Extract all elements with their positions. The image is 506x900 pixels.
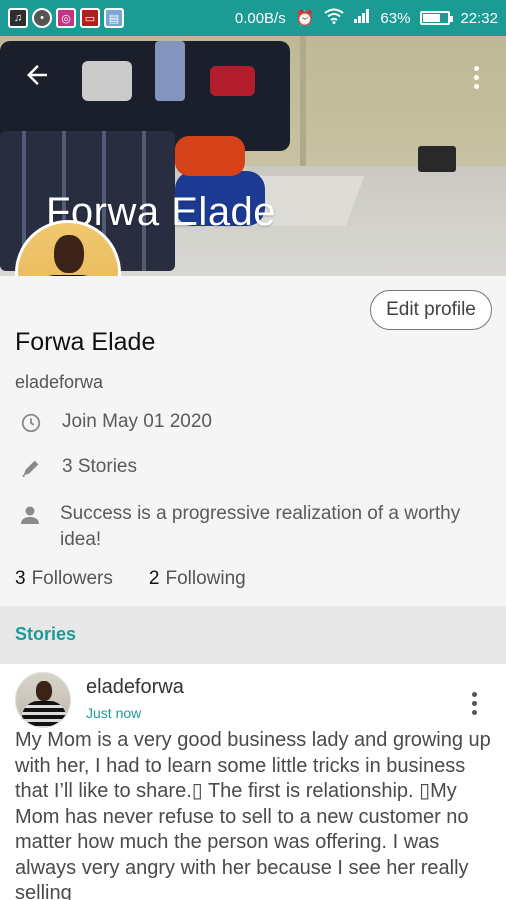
clock-icon (18, 411, 44, 435)
tv-icon: ▭ (80, 8, 100, 28)
more-options-button[interactable] (466, 60, 486, 96)
person-icon (18, 503, 42, 527)
signal-icon (354, 9, 370, 27)
follow-stats: 3 Followers 2 Following (15, 568, 246, 590)
stories-count-row: 3 Stories (18, 456, 137, 480)
bio-row: Success is a progressive realization of … (18, 501, 468, 553)
username: eladeforwa (15, 372, 104, 392)
instagram-icon: ◎ (56, 8, 76, 28)
notification-icons: ♫ • ◎ ▭ ▤ (8, 8, 124, 28)
back-button[interactable] (22, 60, 58, 96)
net-speed: 0.00B/s (234, 9, 286, 27)
join-date-row: Join May 01 2020 (18, 411, 212, 435)
stories-section-header: Stories (0, 606, 506, 664)
status-right: 0.00B/s ⏰ 63% 22:32 (235, 0, 498, 36)
display-name: Forwa Elade (15, 328, 156, 356)
join-date: Join May 01 2020 (62, 411, 212, 432)
followers-count: 3 (15, 568, 26, 589)
circle-app-icon: • (32, 8, 52, 28)
following-stat[interactable]: 2 Following (149, 568, 246, 590)
pencil-icon (18, 456, 44, 480)
followers-label: Followers (31, 568, 113, 589)
music-icon: ♫ (8, 8, 28, 28)
post-text[interactable]: My Mom is a very good business lady and … (15, 728, 495, 900)
stories-section-title: Stories (15, 624, 77, 644)
stories-count: 3 Stories (62, 456, 137, 477)
clock: 22:32 (460, 9, 498, 27)
more-vert-icon (464, 686, 484, 715)
following-label: Following (165, 568, 246, 589)
followers-stat[interactable]: 3 Followers (15, 568, 113, 590)
arrow-left-icon (27, 65, 47, 85)
profile-info: Edit profile Forwa Elade eladeforwa Join… (0, 276, 506, 606)
post-username[interactable]: eladeforwa (86, 676, 184, 699)
status-bar: ♫ • ◎ ▭ ▤ 0.00B/s ⏰ 63% 22:32 (0, 0, 506, 36)
gallery-icon: ▤ (104, 8, 124, 28)
bio-text: Success is a progressive realization of … (60, 503, 461, 550)
story-card[interactable]: eladeforwa Just now My Mom is a very goo… (0, 664, 506, 900)
battery-percent: 63% (380, 9, 411, 27)
wifi-icon (324, 8, 345, 28)
post-timestamp: Just now (86, 705, 142, 721)
post-avatar[interactable] (15, 672, 71, 728)
following-count: 2 (148, 568, 160, 589)
edit-profile-button[interactable]: Edit profile (370, 290, 492, 330)
battery-icon (420, 11, 454, 25)
alarm-icon: ⏰ (295, 10, 315, 27)
post-more-button[interactable] (464, 686, 484, 716)
more-vert-icon (466, 60, 486, 89)
